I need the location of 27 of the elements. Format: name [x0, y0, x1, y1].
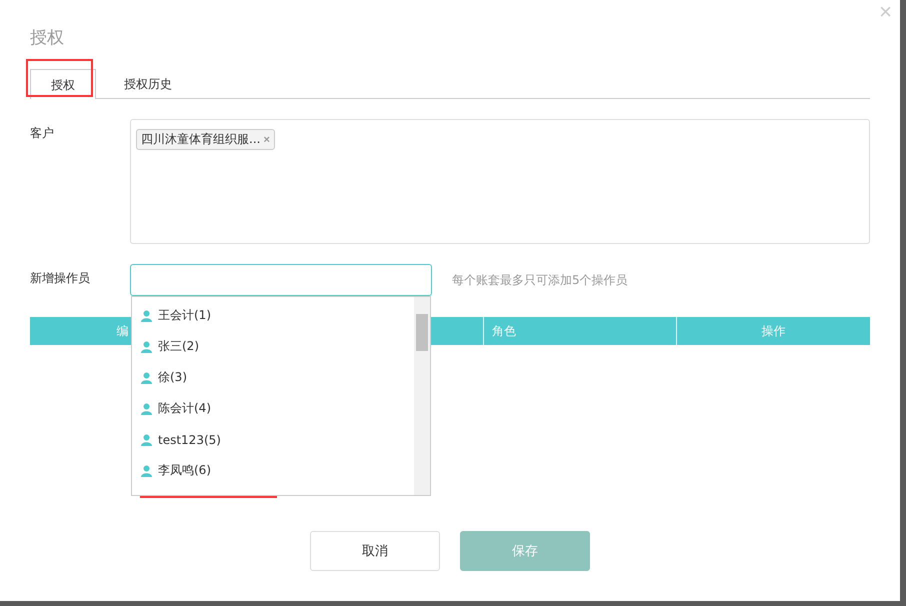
- tab[interactable]: 授权历史: [103, 69, 193, 98]
- dropdown-option[interactable]: 王会计(1): [132, 300, 414, 331]
- column-header: 编: [116, 322, 128, 340]
- column-header: 操作: [762, 322, 786, 340]
- column-header: 角色: [492, 322, 516, 340]
- customer-tag: 四川沐童体育组织服... ×: [136, 129, 275, 150]
- person-icon: [141, 310, 152, 322]
- dropdown-option[interactable]: test123(5): [132, 424, 414, 455]
- person-icon: [141, 402, 152, 414]
- operator-input[interactable]: [130, 264, 432, 296]
- dropdown-option[interactable]: 李凤鸣(6): [132, 455, 414, 486]
- person-icon: [141, 464, 152, 476]
- dropdown-option[interactable]: 张三(2): [132, 331, 414, 362]
- dropdown-option[interactable]: 陈会计(4): [132, 393, 414, 424]
- hint-text: 每个账套最多只可添加5个操作员: [452, 272, 628, 289]
- scrollbar[interactable]: [414, 297, 430, 495]
- person-icon: [141, 434, 152, 446]
- person-icon: [141, 372, 152, 384]
- tab[interactable]: 授权: [30, 69, 96, 99]
- field-label: 新增操作员: [30, 270, 91, 287]
- highlight-frame: [26, 59, 93, 97]
- customer-field[interactable]: 四川沐童体育组织服... ×: [130, 119, 870, 244]
- dialog-title: 授权: [30, 27, 65, 49]
- field-label: 客户: [30, 125, 55, 142]
- person-icon: [141, 340, 152, 352]
- dropdown-option[interactable]: 徐(3): [132, 362, 414, 393]
- cancel-button[interactable]: 取消: [310, 531, 440, 571]
